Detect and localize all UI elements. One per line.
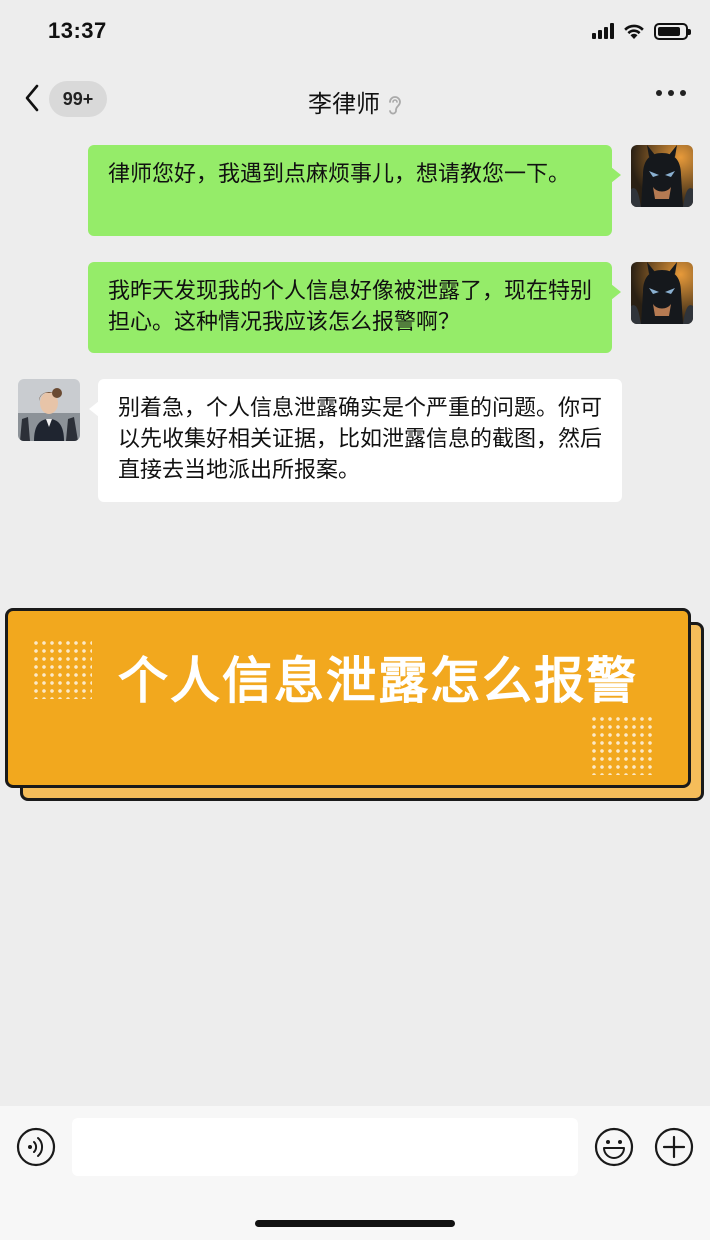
emoji-button[interactable] (594, 1127, 634, 1171)
my-avatar[interactable] (631, 145, 693, 207)
message-text: 别着急，个人信息泄露确实是个严重的问题。你可以先收集好相关证据，比如泄露信息的截… (118, 396, 603, 483)
chat-header: 99+ 李律师 (0, 66, 710, 132)
status-time: 13:37 (48, 18, 107, 43)
topic-banner: 个人信息泄露怎么报警 (5, 608, 691, 788)
chat-title-wrap: 李律师 (0, 84, 710, 119)
home-indicator (255, 1220, 455, 1227)
message-bubble-outgoing[interactable]: 律师您好，我遇到点麻烦事儿，想请教您一下。 (88, 145, 621, 236)
lawyer-avatar[interactable] (18, 379, 80, 441)
smiley-icon (594, 1127, 634, 1167)
masked-hero-avatar-image (631, 262, 693, 324)
voice-icon (16, 1127, 56, 1167)
cellular-signal-icon (592, 23, 614, 39)
message-bubble-outgoing[interactable]: 我昨天发现我的个人信息好像被泄露了，现在特别担心。这种情况我应该怎么报警啊？ (88, 262, 621, 353)
earpiece-mode-icon (389, 96, 401, 115)
my-avatar[interactable] (631, 262, 693, 324)
message-text: 律师您好，我遇到点麻烦事儿，想请教您一下。 (108, 162, 571, 187)
decorative-dots (32, 639, 92, 699)
more-options-button[interactable] (656, 90, 686, 96)
chat-title: 李律师 (308, 90, 380, 118)
message-text: 我昨天发现我的个人信息好像被泄露了，现在特别担心。这种情况我应该怎么报警啊？ (108, 279, 593, 335)
more-functions-button[interactable] (654, 1127, 694, 1171)
wifi-icon (624, 24, 644, 39)
message-input[interactable] (72, 1118, 578, 1176)
message-bubble-incoming[interactable]: 别着急，个人信息泄露确实是个严重的问题。你可以先收集好相关证据，比如泄露信息的截… (89, 379, 622, 502)
status-icons (592, 22, 691, 40)
lawyer-portrait-avatar-image (18, 379, 80, 441)
battery-icon (654, 22, 691, 40)
plus-circle-icon (654, 1127, 694, 1167)
banner-title: 个人信息泄露怎么报警 (118, 652, 638, 710)
status-bar: 13:37 (0, 0, 710, 66)
decorative-dots (590, 715, 654, 775)
masked-hero-avatar-image (631, 145, 693, 207)
voice-input-button[interactable] (16, 1127, 56, 1171)
